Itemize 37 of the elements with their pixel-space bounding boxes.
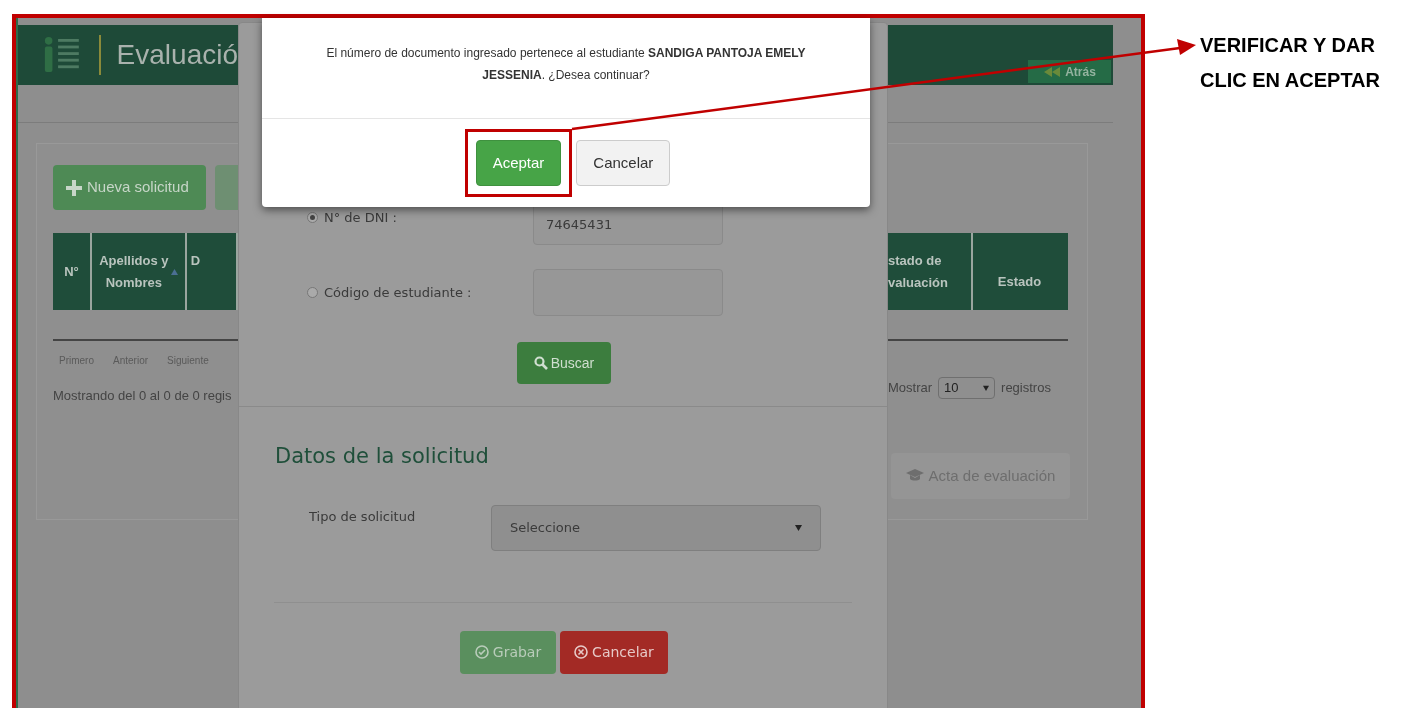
- dialog-message: El número de documento ingresado pertenece al estudiante SANDIGA PANTOJA EMELY JESSENIA. ¿Desea continuar?: [325, 45, 807, 84]
- search-button[interactable]: Buscar: [517, 342, 611, 384]
- save-button[interactable]: Grabar: [460, 630, 556, 674]
- records-info: Mostrando del 0 al 0 de 0 regis: [53, 387, 233, 405]
- new-request-button[interactable]: Nueva solicitud: [53, 165, 206, 210]
- document-user-icon: [43, 35, 81, 75]
- column-header[interactable]: stado de valuación: [888, 249, 958, 294]
- cancel-button[interactable]: Cancelar: [560, 630, 668, 674]
- radio-button[interactable]: [307, 287, 318, 298]
- page-size-label: registros: [1001, 379, 1051, 398]
- rewind-icon: [1043, 66, 1062, 77]
- plus-icon: [66, 179, 82, 196]
- radio-label: Código de estudiante :: [324, 283, 472, 302]
- back-button[interactable]: Atrás: [1028, 60, 1111, 83]
- page-size-label: Mostrar: [888, 379, 933, 398]
- close-circle-icon: [574, 645, 589, 659]
- column-header[interactable]: Apellidos y Nombres: [98, 249, 169, 294]
- button[interactable]: [215, 165, 238, 210]
- field-label: Tipo de solicitud: [309, 507, 417, 526]
- graduation-cap-icon: [905, 469, 924, 483]
- radio-button[interactable]: [307, 212, 318, 224]
- page-title: Evaluació: [116, 38, 238, 72]
- annotation-text: VERIFICAR Y DAR CLIC EN ACEPTAR: [1200, 33, 1380, 93]
- caret-icon: [983, 385, 990, 391]
- radio-label: N° de DNI :: [324, 209, 397, 227]
- column-header[interactable]: Estado: [997, 270, 1042, 293]
- section-title: Datos de la solicitud: [275, 443, 490, 470]
- select-field[interactable]: Seleccione: [491, 504, 821, 551]
- cancel-button[interactable]: Cancelar: [576, 140, 671, 186]
- sort-arrow-icon: [170, 268, 178, 275]
- page-size-select[interactable]: 10: [938, 377, 996, 399]
- check-circle-icon: [474, 645, 489, 659]
- search-icon: [533, 356, 548, 370]
- caret-icon: [795, 524, 802, 531]
- column-header[interactable]: D: [190, 251, 201, 271]
- accept-button[interactable]: Aceptar: [475, 140, 562, 186]
- column-header[interactable]: N°: [64, 261, 79, 282]
